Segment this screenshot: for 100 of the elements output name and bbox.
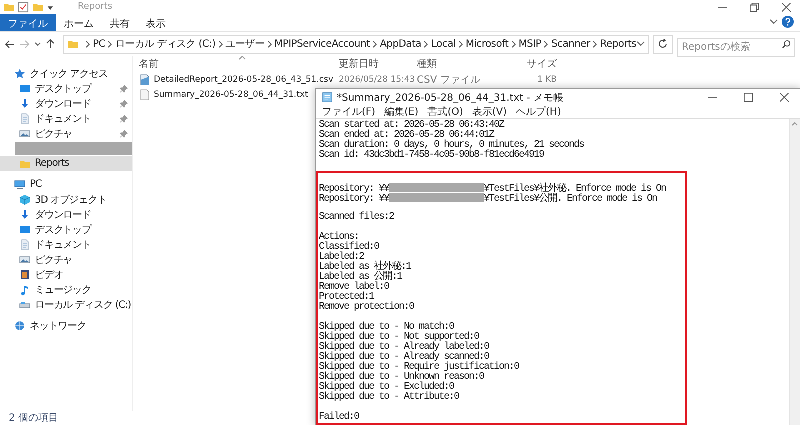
file-name[interactable]: Summary_2026-05-28_06_44_31.txt [154,90,308,100]
download-icon [19,98,31,110]
chevron-right-icon [373,40,378,48]
sidebar-item[interactable]: ピクチャ [0,126,132,141]
sort-caret-icon [239,56,246,60]
address-bar[interactable]: PC ローカル ディスク (C:) ユーザー MPIPServiceAccount AppData Local Microsoft MSIP Scanner Reports [63,34,649,54]
text-line: Skipped due to - Not supported:0 [319,333,480,343]
chevron-down-icon[interactable] [770,19,778,25]
text-line: Labeled:2 [319,253,366,263]
sidebar-item[interactable]: ローカル ディスク (C:) [0,297,132,312]
refresh-icon [658,39,668,49]
sidebar-item[interactable]: デスクトップ [0,81,132,96]
pin-icon [120,100,128,108]
breadcrumb[interactable]: PC [93,38,106,50]
close-icon [782,2,790,12]
text-line: Skipped due to - Already scanned:0 [319,353,490,363]
refresh-button[interactable] [652,34,673,54]
chevron-down-icon[interactable] [35,42,41,46]
file-name[interactable]: DetailedReport_2026-05-28_06_43_51.csv [154,74,334,84]
sidebar-item[interactable]: ドキュメント [0,111,132,126]
menu-item[interactable]: ヘルプ(H) [516,105,562,119]
ribbon-tab[interactable]: ファイル [0,14,56,31]
menu-item[interactable]: 表示(V) [472,105,508,119]
menu-item[interactable]: 書式(O) [428,105,464,119]
modified-date: 2026/05/28 15:43 [339,74,416,84]
spreadsheet-file-icon [139,74,151,86]
breadcrumb[interactable]: Scanner [551,38,590,50]
text-line: Skipped due to - No match:0 [319,323,454,333]
scrollbar[interactable] [789,119,800,425]
column-header[interactable]: 更新日時 [339,56,417,72]
pin-icon [120,130,128,138]
item-count: 2 個の項目 [9,412,59,425]
breadcrumb[interactable]: Local [431,38,456,50]
breadcrumb[interactable]: ローカル ディスク (C:) [115,37,216,51]
column-header[interactable]: 種類 [417,56,502,72]
search-icon [782,40,791,48]
text-line: Remove label:0 [319,283,390,293]
up-arrow-icon[interactable] [46,39,55,49]
dropdown-icon[interactable] [47,4,54,10]
close-icon [780,93,788,102]
chevron-right-icon [108,40,112,48]
ribbon-tab[interactable]: 共有 [102,14,138,31]
restore-icon [750,2,758,12]
text-line: Skipped due to - Attribute:0 [319,393,460,403]
text-line: Protected:1 [319,293,374,303]
sidebar-item[interactable]: PC [0,177,132,192]
maximize-icon [744,93,752,102]
menu-item[interactable]: ファイル(F) [322,105,376,119]
notepad-icon [322,92,333,103]
document-icon [19,112,31,124]
chevron-right-icon [593,40,598,48]
sidebar-item[interactable]: ネットワーク [0,318,132,333]
picture-icon [19,254,31,266]
column-header[interactable]: サイズ [502,56,557,72]
text-line: Remove protection:0 [319,303,416,313]
sidebar-item[interactable]: Reports [0,156,132,171]
chevron-right-icon [544,40,548,48]
chevron-right-icon [512,40,516,48]
sidebar-item[interactable]: ダウンロード [0,207,132,222]
menu-item[interactable]: 編集(E) [384,105,419,119]
help-icon[interactable] [782,16,794,28]
text-line: Scan ended at: 2026-05-28 06:44:01Z [319,131,495,141]
ribbon-tab[interactable]: 表示 [138,14,174,31]
search-field[interactable]: Reportsの検索 [676,38,795,56]
desktop-icon [19,224,31,236]
breadcrumb[interactable]: MPIPServiceAccount [274,38,370,50]
properties-icon[interactable] [18,2,29,12]
text-line: Repository: ¥¥ [319,184,390,195]
window-title: *Summary_2026-05-28_06_44_31.txt - メモ帳 [337,92,564,104]
text-line: Actions: [319,233,360,243]
sidebar-item[interactable]: ダウンロード [0,96,132,111]
chevron-down-icon[interactable] [636,41,645,47]
chevron-right-icon [458,40,463,48]
text-line: Scanned files:2 [319,213,396,223]
back-arrow-icon[interactable] [5,40,15,48]
breadcrumb[interactable]: Microsoft [466,38,509,50]
sidebar-item[interactable]: ドキュメント [0,237,132,252]
text-line: Scan started at: 2026-05-28 06:43:40Z [319,121,506,131]
sidebar-item[interactable]: 3D オブジェクト [0,192,132,207]
chevron-right-icon [268,40,272,48]
file-type: CSV ファイル [417,74,480,86]
breadcrumb[interactable]: Reports [600,38,637,50]
sidebar-item[interactable]: ビデオ [0,267,132,282]
text-line: ¥TestFiles¥公開. Enforce mode is On [484,194,658,205]
sidebar-item[interactable]: ミュージック [0,282,132,297]
text-line: Failed:0 [319,413,360,423]
column-header[interactable]: 名前 [139,56,339,72]
chevron-right-icon [424,40,428,48]
sidebar-item[interactable]: クイック アクセス [0,66,132,81]
breadcrumb[interactable]: MSIP [518,38,542,50]
sidebar-item[interactable]: デスクトップ [0,222,132,237]
music-note-icon [19,284,31,296]
ribbon-tab[interactable]: ホーム [56,14,102,31]
breadcrumb[interactable]: AppData [380,38,422,50]
breadcrumb[interactable]: ユーザー [226,37,265,51]
window-title: Reports [78,2,113,12]
pin-icon [120,84,128,92]
sidebar-item[interactable]: ピクチャ [0,252,132,267]
chevron-right-icon [218,40,223,48]
text-line: Skipped due to - Require justification:0 [319,363,520,373]
